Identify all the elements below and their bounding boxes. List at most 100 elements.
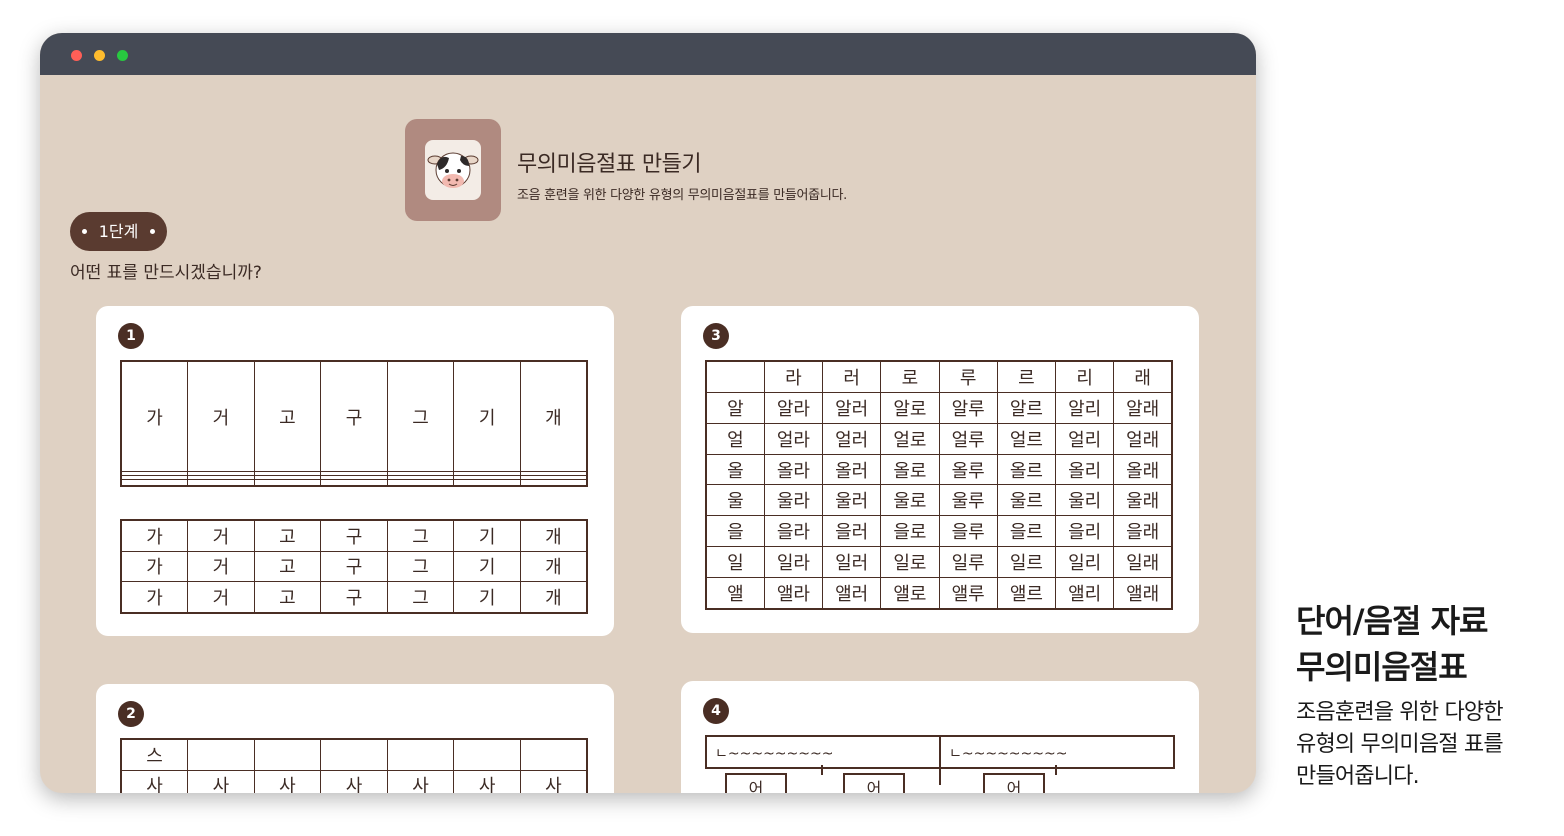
table-cell: 울	[705, 484, 765, 517]
table-cell: 을	[705, 515, 765, 548]
table-cell: 울르	[996, 484, 1057, 517]
table-cell: 알	[705, 391, 765, 424]
table-cell: 앨루	[938, 576, 998, 610]
word-box-label: ㄴ~~~~~~~~~	[715, 746, 834, 762]
table-cell: 루	[938, 360, 998, 393]
table-type-card-2[interactable]: 2 스사사사사사사사	[96, 684, 614, 793]
side-title-line: 무의미음절표	[1296, 648, 1468, 686]
table-type-card-3[interactable]: 3 라 러 로 루 르 리 래 알 알라 알러 알로 알루 알르 알리 알래 얼 얼라 얼러 얼로 얼루 얼르 얼리 얼래 올…	[681, 306, 1199, 633]
dot-icon	[82, 229, 87, 234]
window-titlebar	[40, 33, 1256, 75]
word-box-label: ㄴ~~~~~~~~~	[949, 746, 1068, 762]
table-cell: 구	[320, 360, 388, 473]
table-row: 라러로루르리래	[705, 360, 1173, 393]
table-cell: 르	[996, 360, 1057, 393]
table-cell: 일리	[1054, 546, 1115, 578]
table-cell: 알러	[821, 391, 882, 424]
cow-icon	[425, 140, 481, 200]
table-cell: 올리	[1054, 453, 1115, 486]
table-cell: 러	[821, 360, 882, 393]
card-number-badge: 1	[118, 323, 144, 349]
table-row: 가거고구그기개	[120, 360, 588, 473]
table-cell: 일래	[1113, 546, 1173, 578]
table-cell	[187, 738, 255, 771]
table-cell: 사	[519, 769, 588, 793]
table-cell: 알로	[880, 391, 940, 424]
syllable-box: 어	[983, 773, 1045, 793]
table-cell: 얼로	[880, 422, 940, 455]
table-cell: 알리	[1054, 391, 1115, 424]
syllable-box: 어	[725, 773, 787, 793]
side-panel-description: 조음훈련을 위한 다양한 유형의 무의미음절 표를 만들어줍니다.	[1296, 697, 1504, 793]
app-icon	[405, 119, 501, 221]
table-cell: 을래	[1113, 515, 1173, 548]
table-cell	[386, 479, 455, 487]
table-cell: 기	[453, 581, 521, 614]
table-cell: 고	[253, 519, 322, 552]
table-cell: 구	[320, 581, 388, 614]
table-cell: 가	[120, 550, 189, 583]
table-cell: 올	[705, 453, 765, 486]
table-cell: 울래	[1113, 484, 1173, 517]
card-number-badge: 3	[703, 323, 729, 349]
side-desc-line: 유형의 무의미음절 표를	[1296, 732, 1504, 757]
table-cell: 올루	[938, 453, 998, 486]
syllable-table-b: 가거고구그기개가거고구그기개가거고구그기개	[120, 519, 588, 614]
table-cell: 일르	[996, 546, 1057, 578]
syllable-label: 어	[1006, 779, 1022, 793]
table-cell: 얼	[705, 422, 765, 455]
table-row: 을 을라 을러 을로 을루 을르 을리 을래	[705, 515, 1173, 548]
table-cell: 구	[320, 519, 388, 552]
table-cell: 사	[120, 769, 189, 793]
table-cell: 로	[880, 360, 940, 393]
connector-line	[1055, 765, 1057, 775]
table-cell: 알르	[996, 391, 1057, 424]
table-type-card-4[interactable]: 4 ㄴ~~~~~~~~~ ㄴ~~~~~~~~~ 어 어 어	[681, 681, 1199, 793]
table-row: 가거고구그기개	[120, 550, 588, 583]
table-cell: 을르	[996, 515, 1057, 548]
table-cell: 거	[187, 519, 255, 552]
table-cell	[187, 479, 255, 487]
table-cell: 알래	[1113, 391, 1173, 424]
table-cell: 을루	[938, 515, 998, 548]
table-cell: 울로	[880, 484, 940, 517]
table-cell: 고	[253, 360, 322, 473]
table-cell	[453, 479, 521, 487]
minimize-window-button[interactable]	[94, 50, 105, 61]
table-cell: 앨로	[880, 576, 940, 610]
table-cell: 거	[187, 581, 255, 614]
table-cell: 그	[386, 360, 455, 473]
table-cell: 개	[519, 581, 588, 614]
table-cell	[253, 479, 322, 487]
table-cell	[453, 738, 521, 771]
table-cell: 올러	[821, 453, 882, 486]
table-cell: 올래	[1113, 453, 1173, 486]
close-window-button[interactable]	[71, 50, 82, 61]
table-cell: 울러	[821, 484, 882, 517]
table-cell: 래	[1113, 360, 1173, 393]
app-window: 무의미음절표 만들기 조음 훈련을 위한 다양한 유형의 무의미음절표를 만들어…	[40, 33, 1256, 793]
table-cell: 리	[1054, 360, 1115, 393]
table-cell: 일로	[880, 546, 940, 578]
table-cell: 얼라	[763, 422, 824, 455]
table-row	[120, 479, 588, 487]
table-cell: 스	[120, 738, 189, 771]
table-cell: 개	[519, 550, 588, 583]
table-type-card-1[interactable]: 1 가거고구그기개 가거고구그기개가거고구그기개가거고구그기개	[96, 306, 614, 636]
table-cell: 구	[320, 550, 388, 583]
table-cell: 을리	[1054, 515, 1115, 548]
table-row: 알 알라 알러 알로 알루 알르 알리 알래	[705, 391, 1173, 424]
table-cell: 일	[705, 546, 765, 578]
table-cell: 기	[453, 550, 521, 583]
table-cell: 사	[386, 769, 455, 793]
maximize-window-button[interactable]	[117, 50, 128, 61]
table-cell: 앨	[705, 576, 765, 610]
syllable-label: 어	[866, 779, 882, 793]
table-cell: 앨라	[763, 576, 824, 610]
step-badge: 1단계	[70, 212, 167, 251]
table-cell: 올르	[996, 453, 1057, 486]
table-cell	[386, 738, 455, 771]
table-cell	[519, 738, 588, 771]
page-content: 무의미음절표 만들기 조음 훈련을 위한 다양한 유형의 무의미음절표를 만들어…	[40, 75, 1256, 793]
table-row: 얼 얼라 얼러 얼로 얼루 얼르 얼리 얼래	[705, 422, 1173, 455]
